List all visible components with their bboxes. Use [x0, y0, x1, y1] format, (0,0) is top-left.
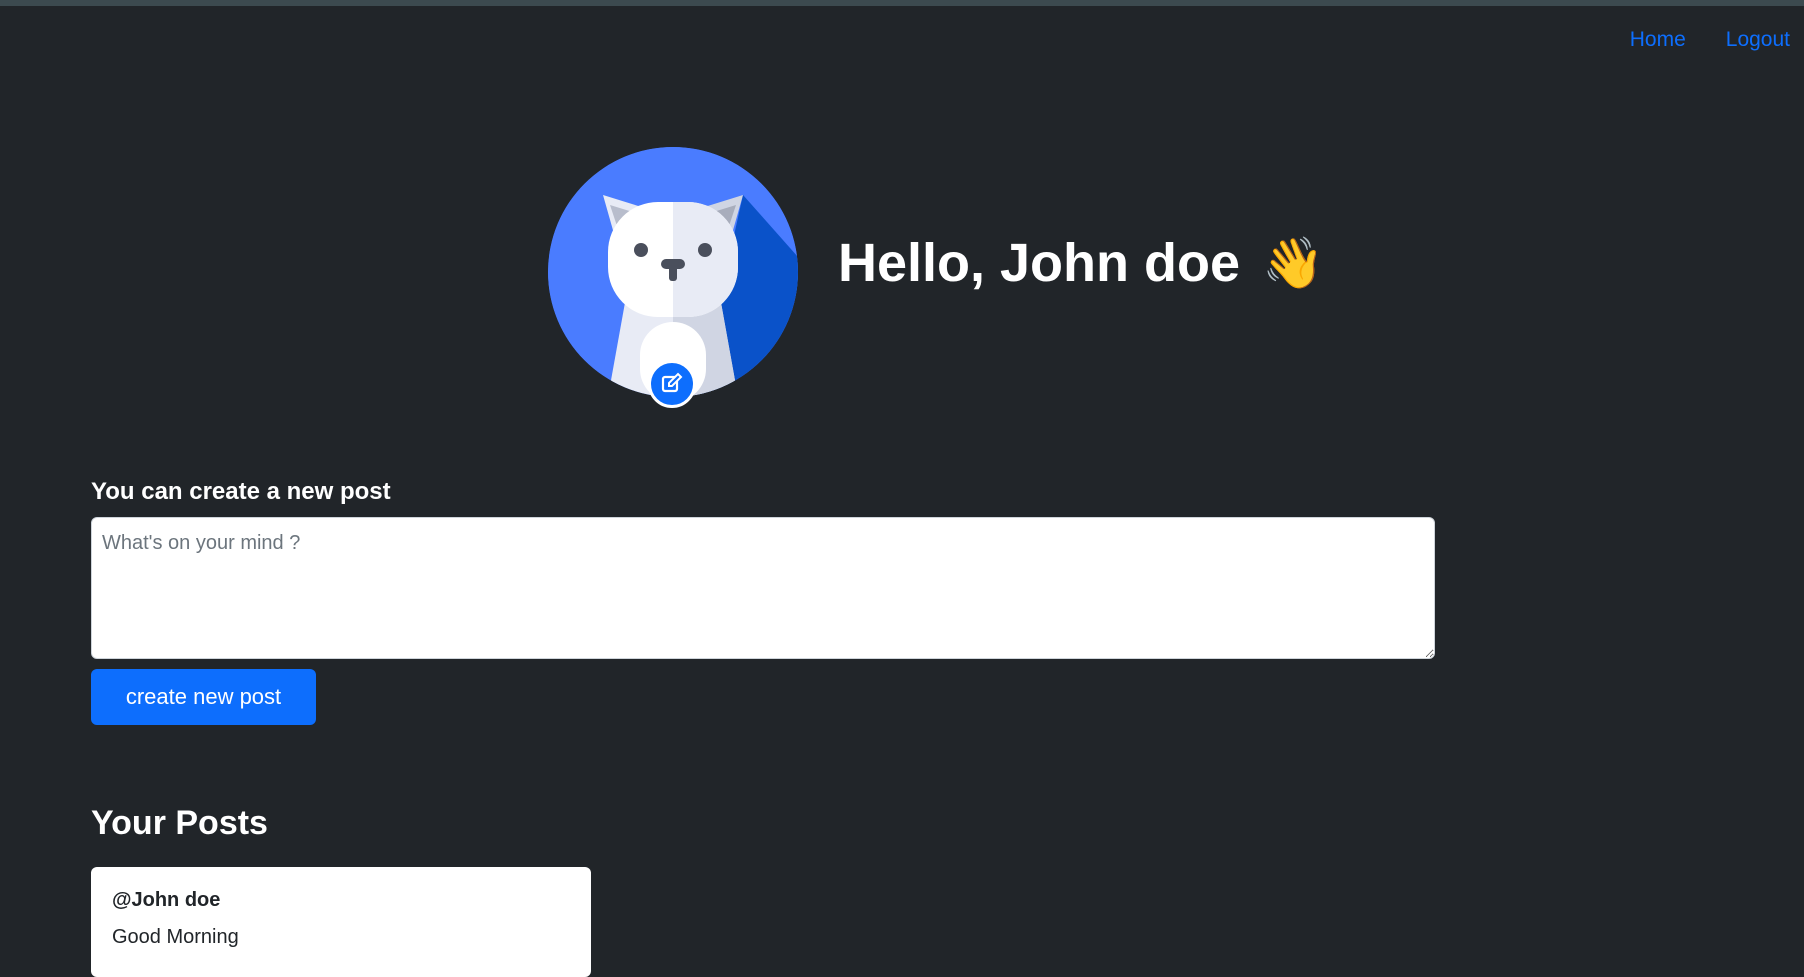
new-post-textarea[interactable] [91, 517, 1435, 659]
wave-emoji-icon: 👋 [1262, 235, 1325, 291]
create-post-label: You can create a new post [91, 478, 391, 505]
your-posts-heading: Your Posts [91, 804, 268, 842]
nav-home-link[interactable]: Home [1630, 28, 1686, 52]
nav-logout-link[interactable]: Logout [1726, 28, 1790, 52]
post-card: @John doe Good Morning [91, 867, 591, 977]
edit-icon [661, 372, 683, 393]
create-post-button[interactable]: create new post [91, 669, 316, 725]
greeting-text: Hello, John doe [838, 233, 1241, 293]
profile-avatar-container [548, 147, 798, 408]
window-top-border [0, 0, 1804, 6]
post-author: @John doe [112, 889, 221, 911]
greeting-heading: Hello, John doe 👋 [838, 232, 1324, 294]
edit-avatar-button[interactable] [648, 360, 696, 408]
top-nav: Home Logout [1630, 28, 1790, 52]
post-body: Good Morning [112, 926, 239, 948]
